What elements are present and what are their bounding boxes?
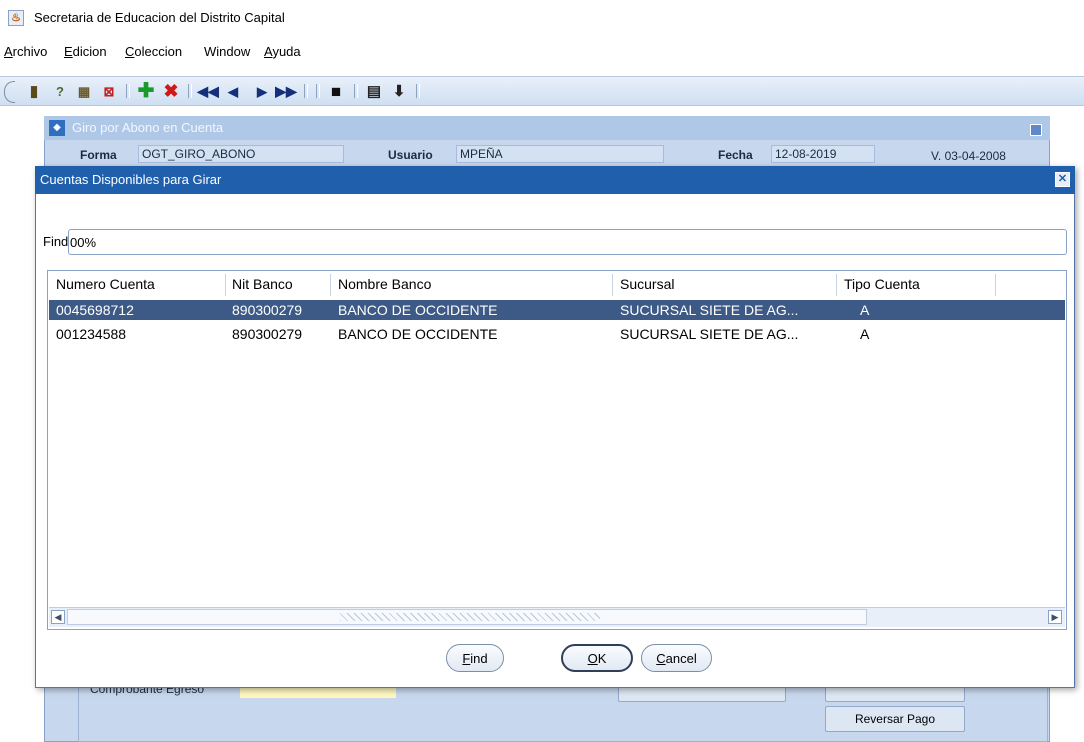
column-header-sucursal[interactable]: Sucursal bbox=[620, 276, 674, 292]
save-icon[interactable]: ■ bbox=[326, 81, 346, 101]
column-divider[interactable] bbox=[225, 274, 226, 296]
scroll-right-icon[interactable]: ▶ bbox=[1048, 610, 1062, 624]
cell-tipo-cuenta: A bbox=[860, 326, 870, 342]
cell-nombre-banco: BANCO DE OCCIDENTE bbox=[338, 326, 498, 342]
insert-record-icon[interactable]: ✚ bbox=[136, 81, 156, 101]
toolbar-separator bbox=[316, 84, 320, 98]
column-divider[interactable] bbox=[612, 274, 613, 296]
reversar-pago-button[interactable]: Reversar Pago bbox=[825, 706, 965, 732]
forma-field: OGT_GIRO_ABONO bbox=[138, 145, 344, 163]
previous-record-icon[interactable]: ◀ bbox=[223, 81, 243, 101]
menu-coleccion[interactable]: Coleccion bbox=[125, 44, 182, 59]
cell-nit-banco: 890300279 bbox=[232, 302, 303, 318]
table-row-selected[interactable]: 0045698712 890300279 BANCO DE OCCIDENTE … bbox=[49, 300, 1065, 320]
minimize-icon[interactable] bbox=[1030, 124, 1042, 136]
column-divider[interactable] bbox=[995, 274, 996, 296]
menu-ayuda[interactable]: Ayuda bbox=[264, 44, 301, 59]
last-record-icon[interactable]: ▶▶ bbox=[275, 81, 297, 101]
find-label: Find bbox=[43, 234, 69, 249]
toolbar-separator bbox=[416, 84, 420, 98]
table-row[interactable]: 001234588 890300279 BANCO DE OCCIDENTE S… bbox=[49, 324, 1065, 344]
form-icon: ◆ bbox=[49, 120, 65, 136]
find-input[interactable] bbox=[68, 229, 1067, 255]
cell-tipo-cuenta: A bbox=[860, 302, 870, 318]
query-execute-icon[interactable]: ▦ bbox=[74, 81, 94, 101]
column-divider[interactable] bbox=[836, 274, 837, 296]
query-cancel-icon[interactable]: ⊠ bbox=[99, 81, 119, 101]
cell-sucursal: SUCURSAL SIETE DE AG... bbox=[620, 302, 799, 318]
ok-button[interactable]: OK bbox=[561, 644, 633, 672]
column-header-nit-banco[interactable]: Nit Banco bbox=[232, 276, 293, 292]
toolbar-separator bbox=[126, 84, 130, 98]
menu-window[interactable]: Window bbox=[204, 44, 250, 59]
query-help-icon[interactable]: ? bbox=[50, 81, 70, 101]
toolbar: ▮ ? ▦ ⊠ ✚ ✖ ◀◀ ◀ ▶ ▶▶ ■ ▤ ⬇ bbox=[0, 76, 1084, 106]
java-app-icon: ♨ bbox=[8, 10, 24, 26]
cancel-button[interactable]: Cancel bbox=[641, 644, 712, 672]
toolbar-separator bbox=[304, 84, 308, 98]
dialog-title: Cuentas Disponibles para Girar bbox=[40, 172, 222, 187]
column-header-tipo-cuenta[interactable]: Tipo Cuenta bbox=[844, 276, 920, 292]
scrollbar-grip bbox=[340, 613, 600, 621]
next-record-icon[interactable]: ▶ bbox=[252, 81, 272, 101]
toolbar-separator bbox=[188, 84, 192, 98]
cell-nit-banco: 890300279 bbox=[232, 326, 303, 342]
cell-sucursal: SUCURSAL SIETE DE AG... bbox=[620, 326, 799, 342]
download-icon[interactable]: ⬇ bbox=[389, 81, 409, 101]
cell-numero-cuenta: 0045698712 bbox=[56, 302, 134, 318]
usuario-label: Usuario bbox=[388, 148, 433, 162]
fecha-label: Fecha bbox=[718, 148, 753, 162]
close-icon[interactable]: ✕ bbox=[1055, 172, 1070, 187]
column-divider[interactable] bbox=[330, 274, 331, 296]
column-header-nombre-banco[interactable]: Nombre Banco bbox=[338, 276, 431, 292]
version-label: V. 03-04-2008 bbox=[931, 149, 1006, 163]
print-icon[interactable]: ▤ bbox=[364, 81, 384, 101]
delete-record-icon[interactable]: ✖ bbox=[161, 81, 181, 101]
toolbar-grip bbox=[4, 81, 15, 103]
background-form-title: Giro por Abono en Cuenta bbox=[72, 120, 224, 135]
first-record-icon[interactable]: ◀◀ bbox=[197, 81, 219, 101]
usuario-field: MPEÑA bbox=[456, 145, 664, 163]
column-header-numero-cuenta[interactable]: Numero Cuenta bbox=[56, 276, 155, 292]
scroll-left-icon[interactable]: ◀ bbox=[51, 610, 65, 624]
window-title: Secretaria de Educacion del Distrito Cap… bbox=[34, 10, 285, 25]
menu-archivo[interactable]: Archivo bbox=[4, 44, 47, 59]
cell-numero-cuenta: 001234588 bbox=[56, 326, 127, 342]
forma-label: Forma bbox=[80, 148, 117, 162]
exit-door-icon[interactable]: ▮ bbox=[24, 81, 44, 101]
menu-edicion[interactable]: Edicion bbox=[64, 44, 107, 59]
fecha-field: 12-08-2019 bbox=[771, 145, 875, 163]
toolbar-separator bbox=[354, 84, 358, 98]
cell-nombre-banco: BANCO DE OCCIDENTE bbox=[338, 302, 498, 318]
find-button[interactable]: Find bbox=[446, 644, 504, 672]
